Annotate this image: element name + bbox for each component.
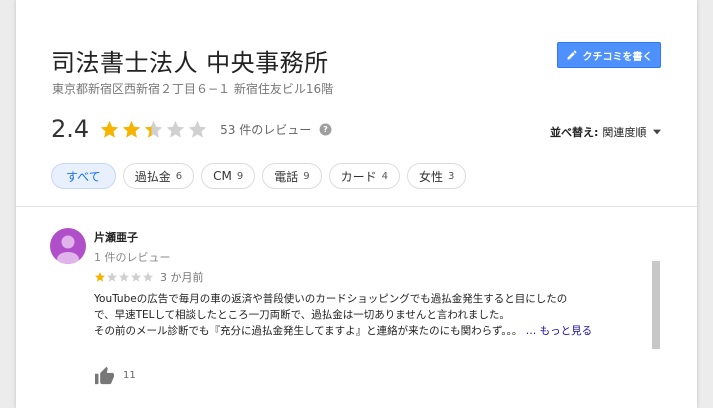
filter-chip[interactable]: カード 4 bbox=[328, 163, 400, 189]
sort-dropdown[interactable]: 並べ替え: 関連度順 bbox=[550, 124, 662, 140]
filter-chip-label: CM bbox=[213, 169, 232, 183]
review-star-icon bbox=[107, 272, 117, 282]
filter-chip[interactable]: すべて bbox=[51, 163, 116, 189]
review-star-icon bbox=[119, 272, 129, 282]
star-icon bbox=[100, 120, 119, 138]
like-count: 11 bbox=[123, 370, 136, 381]
avatar[interactable] bbox=[50, 228, 86, 264]
review-text-line: その前のメール診断でも『充分に過払金発生してますよ』と連絡が来たのにも関わらず。… bbox=[94, 325, 593, 337]
review-rating-row: 3 か月前 bbox=[94, 269, 204, 285]
filter-chip-count: 9 bbox=[236, 170, 244, 182]
review-item: 片瀬亜子 1 件のレビュー 3 か月前 YouTubeの広告で毎月の車の返済や普… bbox=[16, 207, 697, 408]
sort-value: 関連度順 bbox=[602, 126, 647, 139]
more-link[interactable]: … もっと見る bbox=[526, 325, 592, 337]
dropdown-arrow-icon bbox=[653, 129, 662, 135]
review-count[interactable]: 53 件のレビュー bbox=[220, 121, 311, 138]
filter-chip[interactable]: CM 9 bbox=[201, 163, 256, 189]
place-title: 司法書士法人 中央事務所 bbox=[51, 49, 329, 77]
person-icon bbox=[57, 235, 79, 264]
sort-label: 並べ替え: bbox=[550, 126, 599, 139]
place-address: 東京都新宿区西新宿２丁目６−１ 新宿住友ビル16階 bbox=[52, 82, 334, 96]
review-text-line: で、早速TELして相談したところ一刀両断で、過払金は一切ありませんと言われました… bbox=[94, 309, 510, 321]
star-icon bbox=[188, 120, 207, 138]
scrollbar[interactable] bbox=[652, 261, 660, 349]
rating-summary: 2.4 53 件のレビュー ? bbox=[51, 113, 332, 145]
write-review-label: クチコミを書く bbox=[582, 51, 653, 63]
filter-chip-label: 過払金 bbox=[134, 169, 171, 184]
rating-stars bbox=[99, 119, 208, 140]
filter-chip-count: 6 bbox=[175, 170, 183, 182]
reviewer-name[interactable]: 片瀬亜子 bbox=[94, 229, 138, 245]
pencil-icon bbox=[567, 50, 576, 60]
review-star-icon bbox=[143, 272, 153, 282]
write-review-button[interactable]: クチコミを書く bbox=[557, 42, 661, 68]
like-row: 11 bbox=[94, 366, 136, 385]
review-star-icon bbox=[131, 272, 141, 282]
reviews-dialog: 司法書士法人 中央事務所 東京都新宿区西新宿２丁目６−１ 新宿住友ビル16階 ク… bbox=[16, 0, 697, 408]
filter-chip[interactable]: 女性 3 bbox=[406, 163, 467, 189]
review-star-icon bbox=[95, 272, 105, 282]
help-circle-icon[interactable]: ? bbox=[319, 123, 332, 136]
thumbs-up-icon[interactable] bbox=[94, 366, 115, 385]
filter-chip-label: 女性 bbox=[418, 169, 443, 184]
reviewer-review-count: 1 件のレビュー bbox=[94, 251, 171, 264]
filter-chip-label: すべて bbox=[66, 169, 101, 184]
filter-chip[interactable]: 過払金 6 bbox=[122, 163, 195, 189]
filter-chip-count: 3 bbox=[447, 170, 455, 182]
star-icon bbox=[122, 120, 141, 138]
star-icon bbox=[166, 120, 185, 138]
filter-chip-label: カード bbox=[340, 169, 377, 184]
review-text: YouTubeの広告で毎月の車の返済や普段使いのカードショッピングでも過払金発生… bbox=[94, 291, 646, 339]
filter-chip[interactable]: 電話 9 bbox=[262, 163, 322, 189]
filter-chip-count: 9 bbox=[303, 170, 310, 182]
filter-chip-label: 電話 bbox=[274, 169, 299, 184]
review-text-line: YouTubeの広告で毎月の車の返済や普段使いのカードショッピングでも過払金発生… bbox=[94, 293, 568, 305]
filter-chip-count: 4 bbox=[381, 170, 388, 182]
review-date: 3 か月前 bbox=[160, 271, 204, 284]
review-stars bbox=[94, 271, 154, 283]
svg-text:?: ? bbox=[323, 124, 328, 134]
star-icon bbox=[144, 120, 163, 138]
filter-chips: すべて 過払金 6 CM 9 電話 9 カード 4 女性 3 bbox=[51, 163, 467, 189]
rating-value: 2.4 bbox=[51, 115, 90, 143]
